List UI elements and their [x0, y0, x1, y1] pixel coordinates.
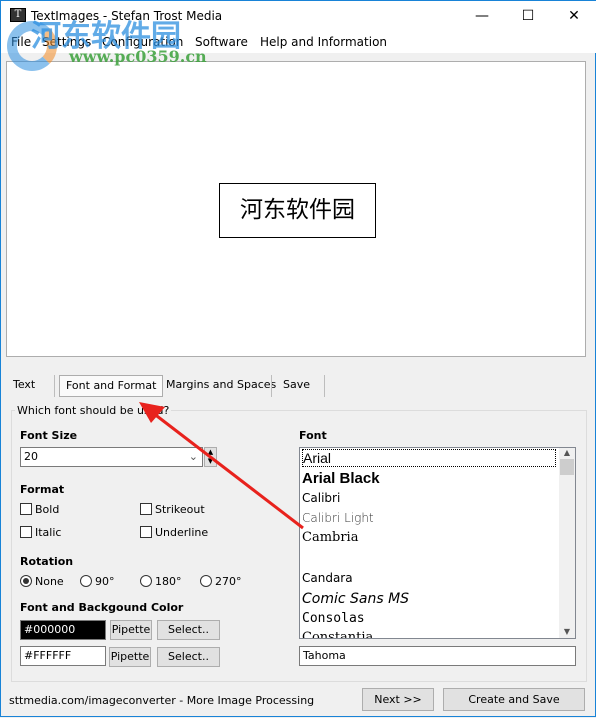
arrow-shaft	[152, 411, 304, 530]
annotation-arrow	[139, 402, 304, 530]
